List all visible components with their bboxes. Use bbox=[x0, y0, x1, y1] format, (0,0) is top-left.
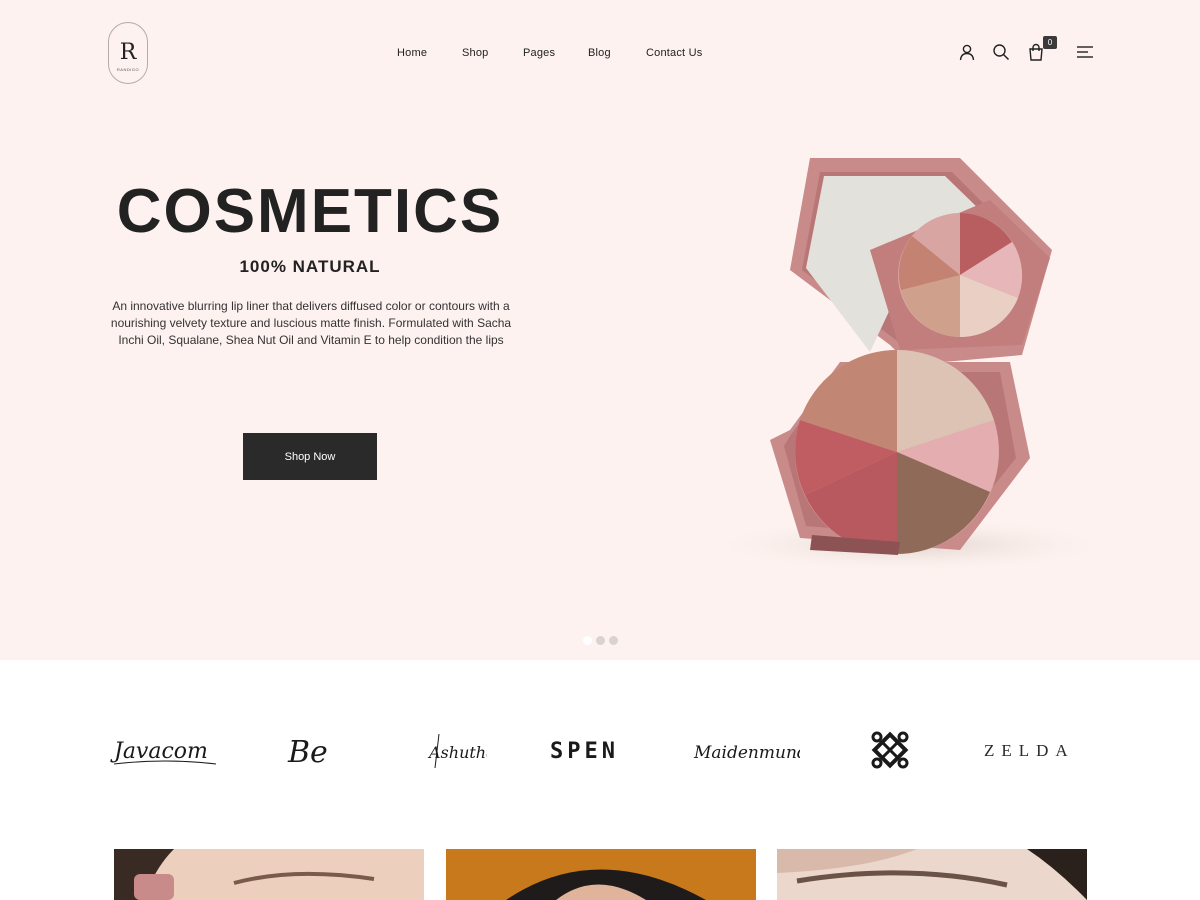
brand-logo-spen[interactable]: SPEN bbox=[548, 728, 654, 772]
svg-text:Be: Be bbox=[287, 735, 328, 770]
svg-text:Javacom: Javacom bbox=[110, 739, 208, 764]
brand-logo-javacom[interactable]: Javacom bbox=[110, 728, 220, 772]
be-logo: Be bbox=[287, 735, 328, 770]
face-photo-2 bbox=[446, 849, 756, 900]
cart-count-badge: 0 bbox=[1043, 36, 1057, 49]
brand-logo-maidenmundo[interactable]: Maidenmundo bbox=[692, 728, 800, 772]
main-nav: Home Shop Pages Blog Contact Us bbox=[0, 47, 1200, 63]
maidenmundo-logo: Maidenmundo bbox=[693, 743, 800, 763]
nav-home[interactable]: Home bbox=[397, 47, 427, 59]
menu-icon[interactable] bbox=[1076, 43, 1094, 61]
brand-logo-be[interactable]: Be bbox=[282, 728, 342, 772]
category-image-3[interactable] bbox=[777, 849, 1087, 900]
product-image-compact bbox=[700, 158, 1120, 573]
nav-shop[interactable]: Shop bbox=[462, 47, 489, 59]
face-photo-3 bbox=[777, 849, 1087, 900]
category-image-1[interactable] bbox=[114, 849, 424, 900]
brand-logo-mark[interactable] bbox=[868, 728, 912, 772]
hero-title: COSMETICS bbox=[116, 177, 504, 246]
svg-text:ZELDA: ZELDA bbox=[984, 741, 1075, 760]
slider-dot-2[interactable] bbox=[596, 636, 605, 645]
hero-description: An innovative blurring lip liner that de… bbox=[110, 299, 512, 347]
hero-subtitle: 100% NATURAL bbox=[239, 257, 381, 276]
slider-dots bbox=[583, 636, 623, 646]
nav-contact-us[interactable]: Contact Us bbox=[646, 47, 702, 59]
search-icon[interactable] bbox=[992, 43, 1010, 61]
slider-dot-3[interactable] bbox=[609, 636, 618, 645]
svg-text:Maidenmundo: Maidenmundo bbox=[693, 743, 800, 763]
slider-dot-1[interactable] bbox=[583, 636, 592, 645]
knot-logo-icon bbox=[871, 731, 909, 769]
face-photo-1 bbox=[114, 849, 424, 900]
nav-pages[interactable]: Pages bbox=[523, 47, 555, 59]
nav-blog[interactable]: Blog bbox=[588, 47, 611, 59]
user-icon[interactable] bbox=[958, 43, 976, 61]
logo-subtext: RANDIGO bbox=[116, 67, 140, 72]
svg-text:SPEN: SPEN bbox=[550, 739, 619, 764]
shop-now-button[interactable]: Shop Now bbox=[243, 433, 377, 480]
spen-logo: SPEN bbox=[550, 739, 619, 764]
zelda-logo: ZELDA bbox=[984, 741, 1075, 760]
brand-logo-ashutha[interactable]: Ashutha bbox=[425, 728, 487, 772]
category-image-2[interactable] bbox=[446, 849, 756, 900]
brand-logo-zelda[interactable]: ZELDA bbox=[982, 728, 1090, 772]
javacom-logo: Javacom bbox=[110, 739, 217, 765]
ashutha-logo: Ashutha bbox=[427, 733, 487, 769]
